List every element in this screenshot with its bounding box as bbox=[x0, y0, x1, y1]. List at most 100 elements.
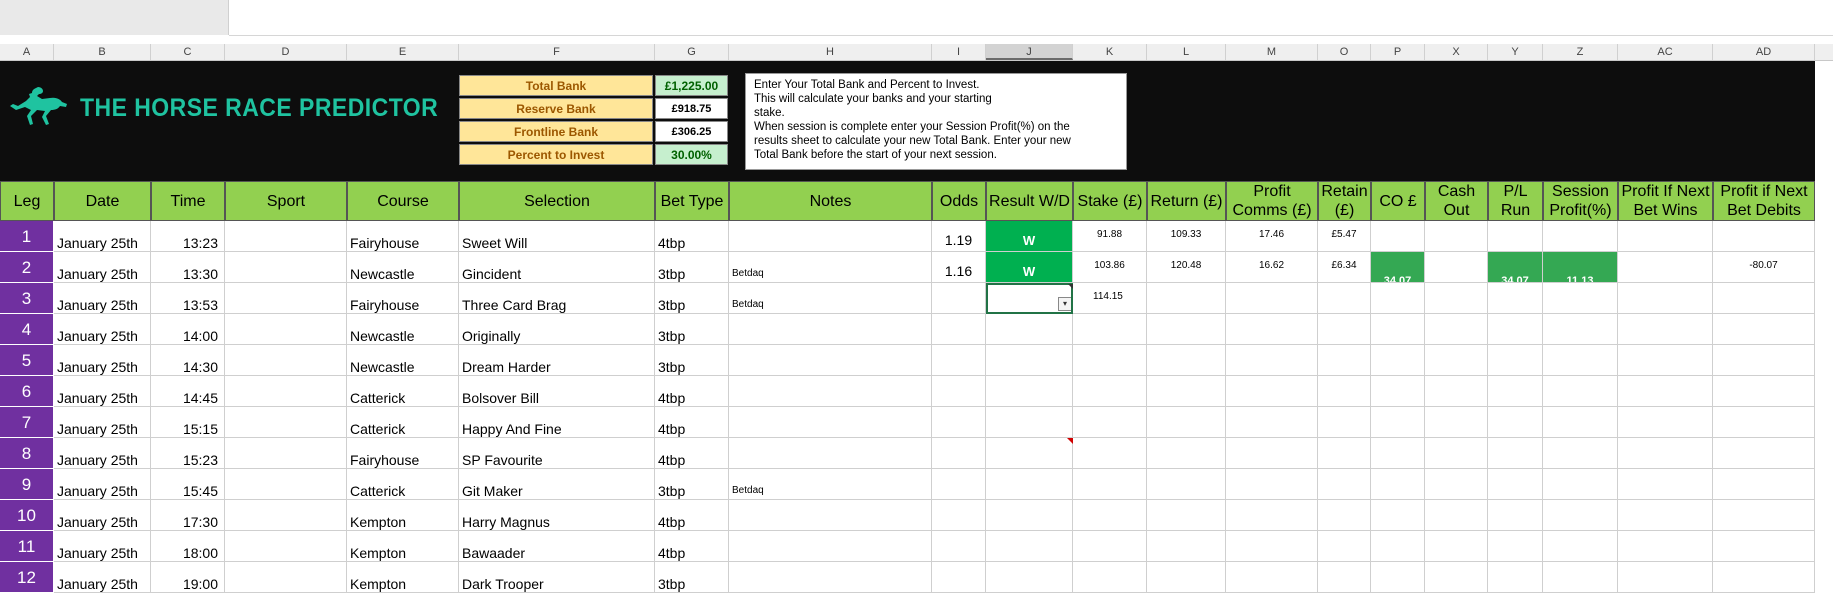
column-letter-c[interactable]: C bbox=[151, 44, 225, 60]
cell-retain[interactable] bbox=[1318, 469, 1371, 500]
header-sport[interactable]: Sport bbox=[225, 181, 347, 221]
cell-session[interactable] bbox=[1543, 438, 1618, 469]
comment-indicator[interactable] bbox=[1067, 438, 1073, 444]
cell-co[interactable]: 34.07 bbox=[1371, 252, 1425, 283]
reserve-bank-value[interactable]: £918.75 bbox=[655, 98, 728, 119]
cell-stake[interactable] bbox=[1073, 407, 1147, 438]
cell-profit[interactable] bbox=[1226, 469, 1318, 500]
cell-pl-run[interactable] bbox=[1488, 376, 1543, 407]
cell-sport[interactable] bbox=[225, 345, 347, 376]
cell-co[interactable] bbox=[1371, 500, 1425, 531]
cell-debits[interactable] bbox=[1713, 345, 1815, 376]
cell-cash-out[interactable] bbox=[1425, 252, 1488, 283]
cell-session[interactable] bbox=[1543, 562, 1618, 593]
cell-notes[interactable] bbox=[729, 531, 932, 562]
cell-co[interactable] bbox=[1371, 376, 1425, 407]
cell-leg[interactable]: 2 bbox=[0, 252, 54, 283]
cell-session[interactable] bbox=[1543, 345, 1618, 376]
cell-profit[interactable] bbox=[1226, 500, 1318, 531]
cell-stake[interactable] bbox=[1073, 376, 1147, 407]
cell-profit[interactable] bbox=[1226, 531, 1318, 562]
cell-date[interactable]: January 25th bbox=[54, 345, 151, 376]
cell-profit[interactable] bbox=[1226, 345, 1318, 376]
header-result[interactable]: Result W/D bbox=[986, 181, 1073, 221]
cell-co[interactable] bbox=[1371, 531, 1425, 562]
cell-date[interactable]: January 25th bbox=[54, 314, 151, 345]
column-letter-z[interactable]: Z bbox=[1543, 44, 1618, 60]
cell-odds[interactable] bbox=[932, 376, 986, 407]
cell-odds[interactable] bbox=[932, 283, 986, 314]
cell-notes[interactable] bbox=[729, 314, 932, 345]
cell-sport[interactable] bbox=[225, 376, 347, 407]
cell-wins[interactable] bbox=[1618, 500, 1713, 531]
cell-co[interactable] bbox=[1371, 314, 1425, 345]
cell-notes[interactable] bbox=[729, 407, 932, 438]
cell-date[interactable]: January 25th bbox=[54, 562, 151, 593]
cell-selection[interactable]: Sweet Will bbox=[459, 221, 655, 252]
cell-leg[interactable]: 11 bbox=[0, 531, 54, 562]
cell-notes[interactable] bbox=[729, 345, 932, 376]
cell-return[interactable] bbox=[1147, 438, 1226, 469]
cell-sport[interactable] bbox=[225, 500, 347, 531]
cell-cash-out[interactable] bbox=[1425, 500, 1488, 531]
cell-bet-type[interactable]: 3tbp bbox=[655, 562, 729, 593]
header-notes[interactable]: Notes bbox=[729, 181, 932, 221]
cell-wins[interactable] bbox=[1618, 221, 1713, 252]
cell-wins[interactable] bbox=[1618, 469, 1713, 500]
header-date[interactable]: Date bbox=[54, 181, 151, 221]
cell-co[interactable] bbox=[1371, 562, 1425, 593]
name-box[interactable] bbox=[0, 0, 229, 35]
cell-retain[interactable] bbox=[1318, 345, 1371, 376]
cell-date[interactable]: January 25th bbox=[54, 531, 151, 562]
cell-course[interactable]: Fairyhouse bbox=[347, 283, 459, 314]
cell-date[interactable]: January 25th bbox=[54, 469, 151, 500]
header-profit-next-debits[interactable]: Profit if Next Bet Debits bbox=[1713, 181, 1815, 221]
cell-session[interactable] bbox=[1543, 376, 1618, 407]
cell-stake[interactable] bbox=[1073, 314, 1147, 345]
cell-wins[interactable] bbox=[1618, 562, 1713, 593]
cell-notes[interactable] bbox=[729, 221, 932, 252]
cell-retain[interactable] bbox=[1318, 438, 1371, 469]
cell-course[interactable]: Newcastle bbox=[347, 314, 459, 345]
header-odds[interactable]: Odds bbox=[932, 181, 986, 221]
cell-time[interactable]: 15:45 bbox=[151, 469, 225, 500]
cell-return[interactable] bbox=[1147, 376, 1226, 407]
cell-leg[interactable]: 9 bbox=[0, 469, 54, 500]
cell-retain[interactable] bbox=[1318, 376, 1371, 407]
cell-return[interactable] bbox=[1147, 469, 1226, 500]
cell-sport[interactable] bbox=[225, 221, 347, 252]
cell-session[interactable]: 11.13 bbox=[1543, 252, 1618, 283]
cell-session[interactable] bbox=[1543, 407, 1618, 438]
cell-pl-run[interactable] bbox=[1488, 469, 1543, 500]
cell-wins[interactable] bbox=[1618, 531, 1713, 562]
header-pl-run[interactable]: P/L Run bbox=[1488, 181, 1543, 221]
cell-return[interactable]: 120.48 bbox=[1147, 252, 1226, 283]
column-letter-m[interactable]: M bbox=[1226, 44, 1318, 60]
cell-sport[interactable] bbox=[225, 438, 347, 469]
cell-odds[interactable] bbox=[932, 531, 986, 562]
cell-cash-out[interactable] bbox=[1425, 221, 1488, 252]
cell-profit[interactable] bbox=[1226, 376, 1318, 407]
cell-odds[interactable] bbox=[932, 469, 986, 500]
cell-sport[interactable] bbox=[225, 283, 347, 314]
cell-debits[interactable] bbox=[1713, 283, 1815, 314]
cell-co[interactable] bbox=[1371, 283, 1425, 314]
cell-bet-type[interactable]: 4tbp bbox=[655, 531, 729, 562]
cell-leg[interactable]: 3 bbox=[0, 283, 54, 314]
column-letter-a[interactable]: A bbox=[0, 44, 54, 60]
cell-return[interactable] bbox=[1147, 283, 1226, 314]
cell-notes[interactable] bbox=[729, 376, 932, 407]
cell-return[interactable] bbox=[1147, 531, 1226, 562]
cell-result[interactable] bbox=[986, 562, 1073, 593]
cell-course[interactable]: Newcastle bbox=[347, 252, 459, 283]
cell-cash-out[interactable] bbox=[1425, 438, 1488, 469]
cell-notes[interactable]: Betdaq bbox=[729, 469, 932, 500]
cell-cash-out[interactable] bbox=[1425, 314, 1488, 345]
cell-course[interactable]: Catterick bbox=[347, 469, 459, 500]
cell-selection[interactable]: Dream Harder bbox=[459, 345, 655, 376]
cell-result[interactable] bbox=[986, 500, 1073, 531]
cell-date[interactable]: January 25th bbox=[54, 407, 151, 438]
cell-sport[interactable] bbox=[225, 314, 347, 345]
column-letter-k[interactable]: K bbox=[1073, 44, 1147, 60]
column-letter-e[interactable]: E bbox=[347, 44, 459, 60]
